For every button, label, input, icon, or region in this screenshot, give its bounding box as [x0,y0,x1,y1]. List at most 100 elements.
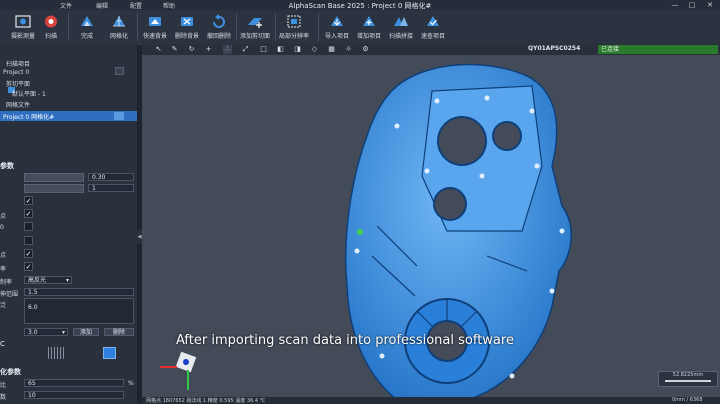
add-clip-plane-button[interactable]: 添加剪切面 [238,12,272,43]
texture-icon[interactable]: ▦ [327,45,336,54]
mesh-icon [113,16,125,27]
toolbar-divider [68,13,69,41]
delete-background-label: 删除背景 [174,33,199,40]
scan-button[interactable]: 扫描 [34,12,68,43]
eye-icon[interactable] [114,112,124,120]
row-label-1: 点 [0,213,7,220]
view-iso-icon[interactable]: ◇ [310,45,319,54]
scale-bar: 52.8225mm [658,371,718,387]
x-axis-arrow [160,366,177,368]
undo-delete-label: 撤回删除 [206,33,231,40]
video-subtitle: After importing scan data into professio… [176,333,514,348]
toolbar-divider [318,13,319,41]
range-input[interactable]: 1.5 [24,288,134,296]
chevron-down-icon: ▾ [61,329,65,336]
spin-input[interactable]: 3.0 ▾ [24,328,68,336]
scan-icon [45,15,57,28]
params-header: 参数 [0,162,14,170]
gizmo-cube [175,351,197,373]
y-axis-arrow [187,370,189,390]
add-button[interactable]: 添加 [73,328,99,336]
scan-stitch-icon [394,17,408,26]
view-fit-icon[interactable]: ⤢ [241,45,250,54]
close-button[interactable]: ✕ [703,0,717,10]
quick-check-project-label: 速查项目 [420,33,445,40]
param-checkbox-3[interactable] [24,222,33,231]
finish-icon [81,16,93,26]
points-icon[interactable]: ∴ [223,45,232,54]
select-icon[interactable]: ↖ [154,45,163,54]
settings-icon[interactable]: ⚙ [361,45,370,54]
param-checkbox-5[interactable]: ✓ [24,249,33,258]
add-clip-plane-label: 添加剪切面 [239,33,270,40]
mesh-button[interactable]: 网格化 [102,12,136,43]
count-label: 数 [0,394,7,401]
connection-status-badge: 已连接 [598,45,718,54]
ratio-unit: % [128,380,134,387]
3d-viewport[interactable]: ↖ ✎ ↻ + ∴ ⤢ □ ◧ ◨ ◇ ▦ ☼ ⚙ QY01APSC0254 已… [142,44,720,404]
param-value-2[interactable]: 1 [88,184,134,192]
lasso-icon[interactable]: ✎ [170,45,179,54]
maximize-button[interactable]: □ [685,0,699,10]
import-project-icon [331,16,343,26]
scanned-part-model[interactable] [337,56,587,404]
row-label-4: 率 [0,266,7,273]
color-swatch[interactable] [103,347,116,359]
value-textarea[interactable]: 6.0 [24,298,134,324]
view-side-icon[interactable]: ◧ [276,45,285,54]
marker-point-icon [357,229,363,235]
param-checkbox-6[interactable]: ✓ [24,262,33,271]
ratio-label: 比 [0,382,7,389]
view-top-icon[interactable]: ◨ [293,45,302,54]
delete-button[interactable]: 删除 [104,328,134,336]
quick-check-project-button[interactable]: 速查项目 [416,12,450,43]
tree-default-plane[interactable]: 默认平面 - 1 [12,89,46,98]
tree-mesh-files[interactable]: 网格文件 [6,100,30,109]
quick-background-button[interactable]: 快速背景 [138,12,172,43]
axis-gizmo[interactable] [160,344,210,394]
reflect-mode-value: 高反光 [28,277,47,284]
tree-options-button[interactable] [115,67,124,75]
param-checkbox-2[interactable]: ✓ [24,209,33,218]
local-resolution-icon [287,15,301,28]
param-slider-2[interactable] [24,184,84,193]
pattern-swatch[interactable] [48,347,64,359]
param-slider-1[interactable] [24,173,84,182]
row-label-2: 0 [0,224,4,231]
add-project-label: 增加项目 [356,33,381,40]
ratio-input[interactable]: 65 [24,379,124,387]
scale-value: 52.8225mm [672,372,704,378]
spin-value: 3.0 [28,329,38,336]
delete-background-icon [181,17,193,26]
import-project-button[interactable]: 导入项目 [320,12,354,43]
param-value-1[interactable]: 0.30 [88,173,134,181]
rotate-icon[interactable]: ↻ [187,45,196,54]
finish-label: 完成 [80,33,93,40]
count-input[interactable]: 10 [24,391,124,399]
tree-selected-row[interactable]: Project 0 网格化# [0,111,137,121]
local-resolution-button[interactable]: 局部分辨率 [277,12,311,43]
scan-stitch-button[interactable]: 扫描拼接 [384,12,418,43]
scan-label: 扫描 [44,33,57,40]
add-project-button[interactable]: 增加项目 [352,12,386,43]
delete-background-button[interactable]: 删除背景 [170,12,204,43]
app-window: 文件 编辑 配置 帮助 AlphaScan Base 2025 : Projec… [0,0,720,404]
status-info: 网格点 1807652 剔法线 1 精度 0.595 温度 36.4 ℃ [146,398,266,404]
tree-project[interactable]: Project 0 [3,69,29,76]
minimize-button[interactable]: — [668,0,682,10]
tree-scan-items[interactable]: 扫描项目 [6,59,30,68]
project-panel: 扫描项目 Project 0 剪切平面 默认平面 - 1 网格文件 Projec… [0,44,138,404]
reflect-mode-select[interactable]: 高反光 ▾ [24,276,72,284]
toolbar-divider [236,13,237,41]
add-point-icon[interactable]: + [204,45,213,54]
lighting-icon[interactable]: ☼ [344,45,353,54]
param-checkbox-4[interactable] [24,236,33,245]
view-front-icon[interactable]: □ [259,45,268,54]
local-resolution-label: 局部分辨率 [278,33,309,40]
status-bar: 网格点 1807652 剔法线 1 精度 0.595 温度 36.4 ℃ 0mm… [142,397,720,404]
undo-delete-button[interactable]: 撤回删除 [202,12,236,43]
finish-button[interactable]: 完成 [70,12,104,43]
add-project-icon [363,16,375,26]
photogrammetry-icon [15,15,31,28]
param-checkbox-1[interactable]: ✓ [24,196,33,205]
